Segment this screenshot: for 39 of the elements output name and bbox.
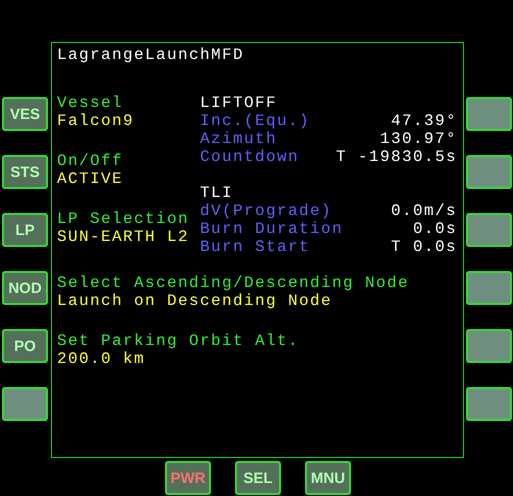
readout-value: 47.39°	[390, 112, 457, 130]
readout-label: Inc.(Equ.)	[200, 112, 310, 130]
readout-value: T -19830.5s	[336, 148, 457, 166]
blank-softkey-button[interactable]	[466, 213, 512, 247]
blank-softkey-button[interactable]	[2, 387, 48, 421]
option-value: Launch on Descending Node	[57, 292, 332, 310]
readout-value: T 0.0s	[390, 238, 457, 256]
softkey-button[interactable]: PO	[2, 329, 48, 363]
blank-softkey-button[interactable]	[466, 155, 512, 189]
blank-softkey-button[interactable]	[466, 387, 512, 421]
option-value: 200.0 km	[57, 350, 146, 368]
mfd-title: LagrangeLaunchMFD	[57, 46, 246, 64]
readout-value: 0.0m/s	[390, 202, 457, 220]
softkey-button[interactable]: LP	[2, 213, 48, 247]
blank-softkey-button[interactable]	[466, 271, 512, 305]
section-heading: TLI	[200, 184, 234, 202]
blank-softkey-button[interactable]	[466, 329, 512, 363]
setting-value: Falcon9	[57, 112, 134, 130]
blank-softkey-button[interactable]	[466, 97, 512, 131]
readout-value: 130.97°	[380, 130, 457, 148]
option-label: Set Parking Orbit Alt.	[57, 332, 300, 350]
readout-value: 0.0s	[412, 220, 457, 238]
softkey-button[interactable]: VES	[2, 97, 48, 131]
setting-label: On/Off	[57, 152, 124, 170]
option-label: Select Ascending/Descending Node	[57, 274, 410, 292]
readout-label: Burn Start	[200, 238, 310, 256]
section-heading: LIFTOFF	[200, 94, 278, 112]
softkey-button[interactable]: NOD	[2, 271, 48, 305]
setting-value: SUN-EARTH L2	[57, 228, 190, 246]
setting-value: ACTIVE	[57, 170, 124, 188]
readout-label: Countdown	[200, 148, 300, 166]
softkey-button[interactable]: STS	[2, 155, 48, 189]
softkey-button[interactable]: SEL	[235, 461, 281, 495]
softkey-button[interactable]: MNU	[305, 461, 351, 495]
setting-label: Vessel	[57, 94, 124, 112]
setting-label: LP Selection	[57, 210, 190, 228]
readout-label: Azimuth	[200, 130, 278, 148]
readout-label: dV(Prograde)	[200, 202, 332, 220]
readout-label: Burn Duration	[200, 220, 344, 238]
